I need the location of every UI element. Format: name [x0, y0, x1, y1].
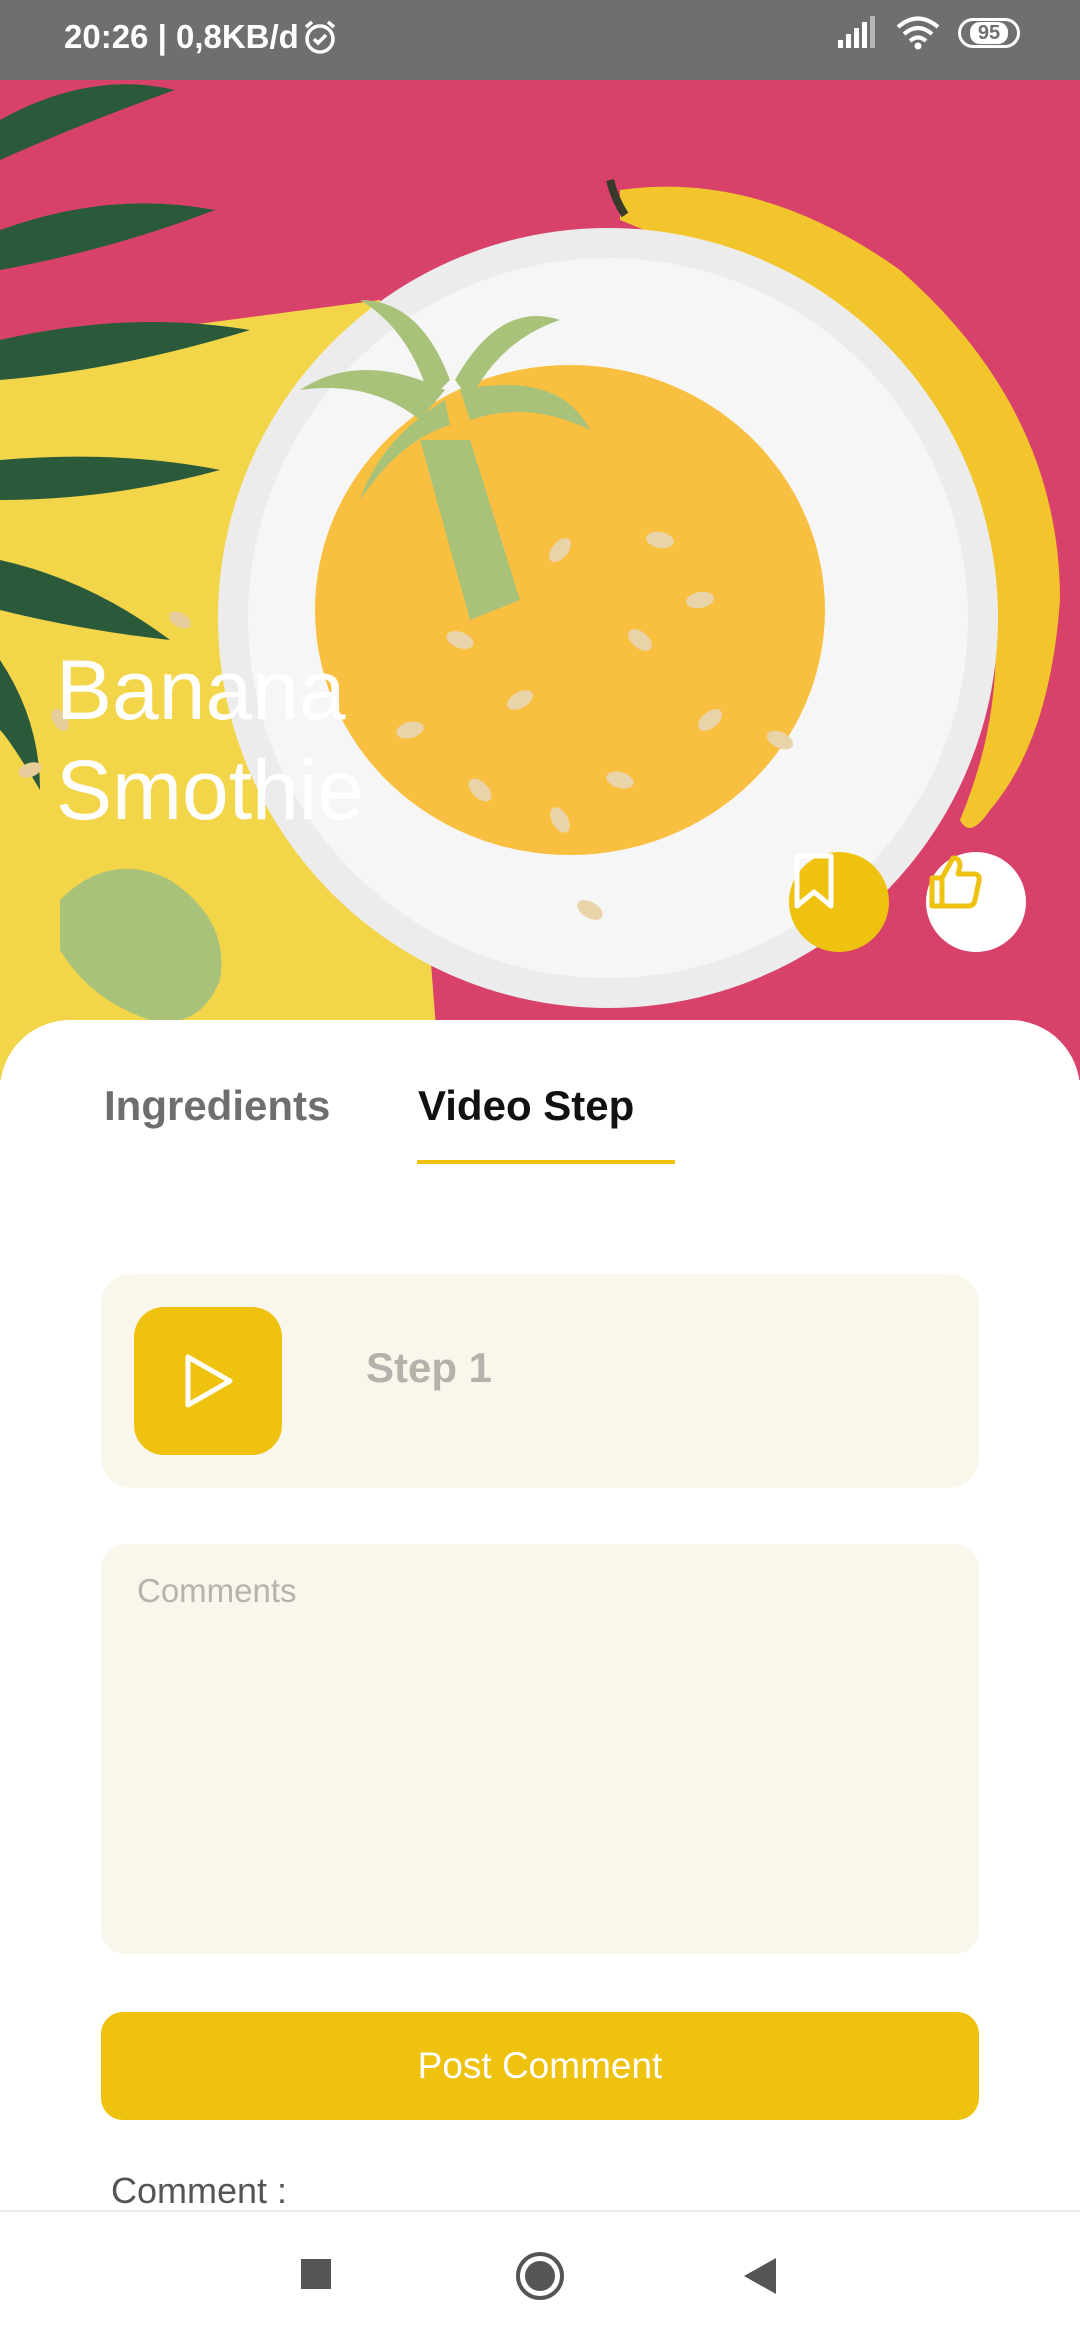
smoothie-illustration [0, 80, 1080, 1080]
system-nav-bar [0, 2210, 1080, 2342]
bookmark-icon [794, 853, 834, 909]
tab-ingredients[interactable]: Ingredients [104, 1082, 330, 1130]
battery-level: 95 [969, 22, 1009, 44]
back-icon[interactable] [742, 2256, 778, 2296]
alarm-icon [304, 20, 336, 54]
comments-input[interactable] [101, 1544, 979, 1954]
recent-apps-icon[interactable] [298, 2256, 334, 2292]
status-time-speed: 20:26 | 0,8KB/d [64, 18, 299, 55]
hero-image: Banana Smothie [0, 80, 1080, 1080]
status-icons: 95 [836, 16, 1020, 50]
battery-icon: 95 [958, 18, 1020, 48]
thumbs-up-icon [929, 855, 982, 909]
comments-field-container [101, 1544, 979, 1954]
step-label: Step 1 [366, 1344, 493, 1391]
home-icon[interactable] [514, 2250, 566, 2302]
post-comment-button[interactable]: Post Comment [101, 2012, 979, 2120]
play-icon [185, 1354, 233, 1408]
status-bar: 20:26 | 0,8KB/d 95 [0, 0, 1080, 80]
recipe-title: Banana Smothie [56, 643, 365, 837]
wifi-icon [896, 16, 940, 50]
signal-icon [838, 16, 875, 48]
tab-video-step[interactable]: Video Step [418, 1082, 634, 1130]
comment-section-label: Comment : [111, 2170, 288, 2211]
content-sheet: Ingredients Video Step Step 1 Post Comme… [0, 1020, 1080, 2211]
bookmark-button[interactable] [789, 852, 889, 952]
play-button[interactable] [134, 1307, 282, 1455]
active-tab-indicator [417, 1160, 675, 1164]
like-button[interactable] [926, 852, 1026, 952]
video-step-card[interactable]: Step 1 [101, 1274, 979, 1488]
